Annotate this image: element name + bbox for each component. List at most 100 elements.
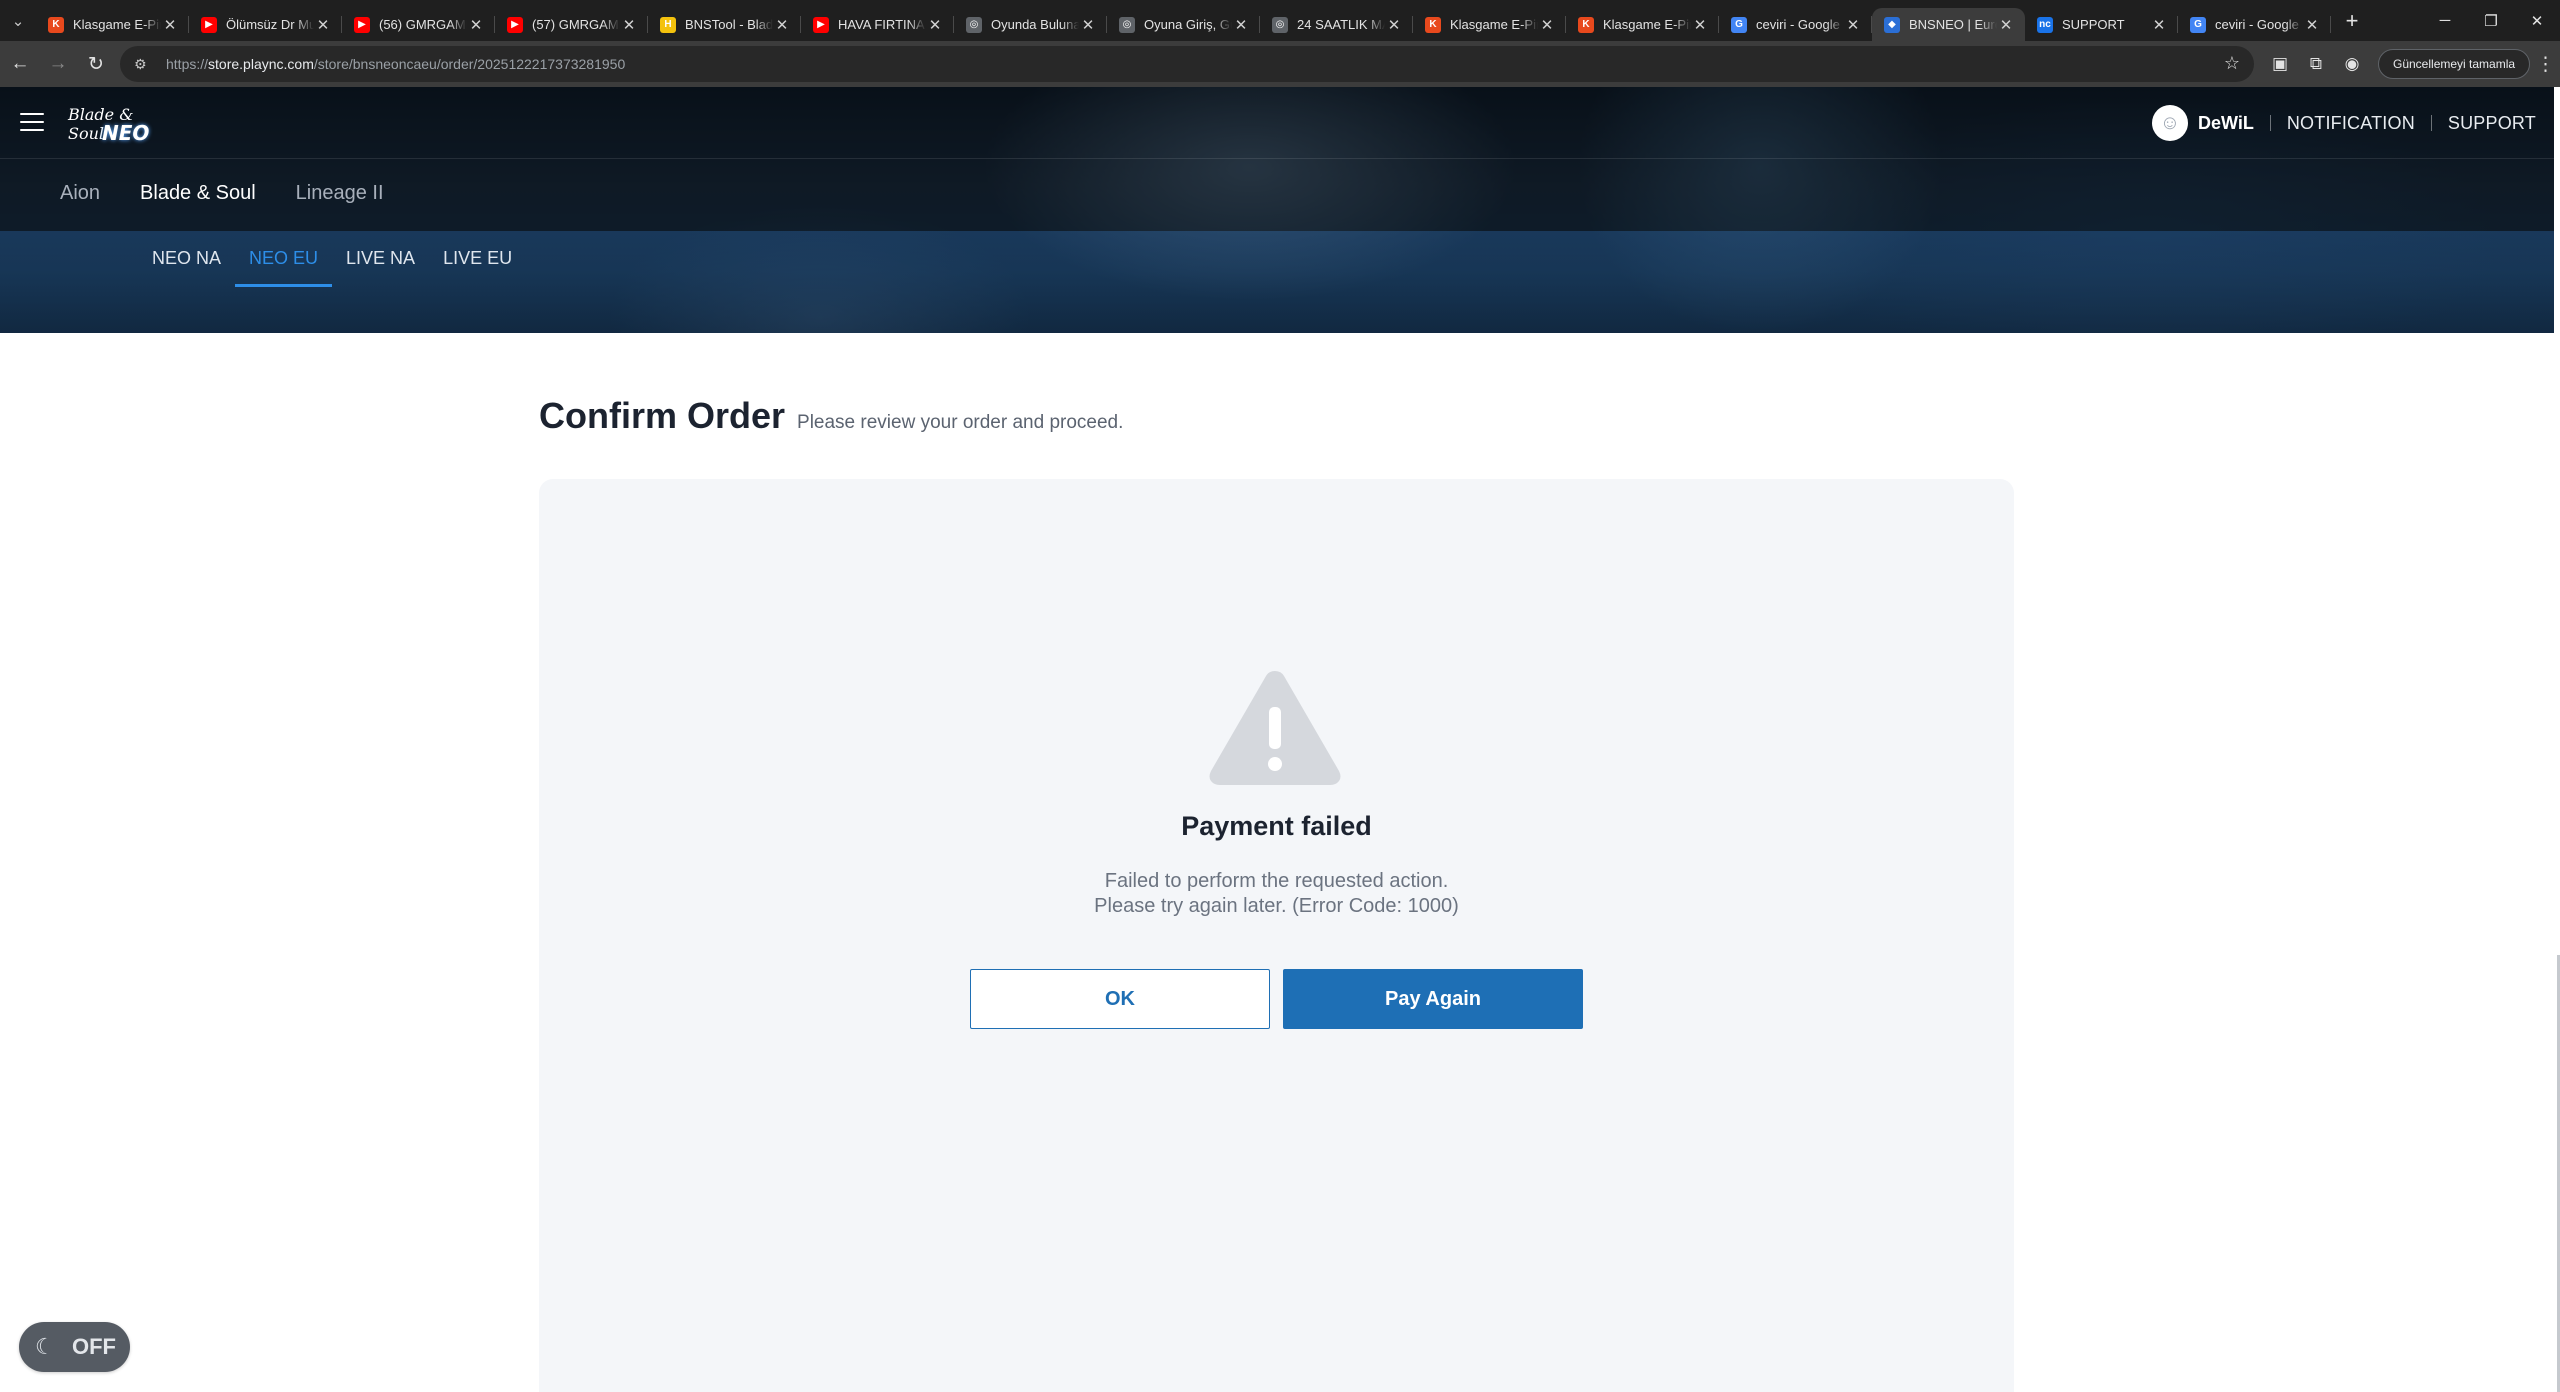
region-tab[interactable]: LIVE NA bbox=[332, 231, 429, 287]
profile-avatar-icon[interactable]: ◉ bbox=[2334, 46, 2370, 82]
address-bar[interactable]: ⚙ https://store.plaync.com/store/bnsneon… bbox=[120, 46, 2254, 82]
tab-title: Klasgame E-Pin bbox=[1450, 17, 1538, 32]
google-icon: G bbox=[2190, 16, 2206, 33]
tab-close-icon[interactable]: ✕ bbox=[467, 16, 485, 34]
tab-close-icon[interactable]: ✕ bbox=[314, 16, 332, 34]
tab-close-icon[interactable]: ✕ bbox=[1385, 16, 1403, 34]
tab-close-icon[interactable]: ✕ bbox=[620, 16, 638, 34]
browser-toolbar: ← → ↻ ⚙ https://store.plaync.com/store/b… bbox=[0, 41, 2560, 87]
pay-again-button[interactable]: Pay Again bbox=[1283, 969, 1583, 1029]
extension-translate-icon[interactable]: ▣ bbox=[2262, 46, 2298, 82]
tab-search-chevron-icon[interactable]: ⌄ bbox=[0, 0, 36, 41]
toolbar-actions: ▣ ⧉ ◉ Güncellemeyi tamamla ⋮ bbox=[2262, 41, 2555, 87]
new-tab-button[interactable]: + bbox=[2337, 6, 2367, 36]
hamburger-menu-icon[interactable] bbox=[20, 113, 44, 131]
update-button[interactable]: Güncellemeyi tamamla bbox=[2378, 49, 2531, 79]
tab-title: Oyuna Giriş, Gü bbox=[1144, 17, 1232, 32]
google-icon: G bbox=[1731, 16, 1747, 33]
klasgame-icon: K bbox=[1425, 16, 1441, 33]
browser-tab[interactable]: K Klasgame E-Pin ✕ bbox=[36, 8, 189, 41]
tab-title: 24 SAATLIK MAÇ bbox=[1297, 17, 1385, 32]
header-divider bbox=[0, 158, 2554, 159]
browser-tab[interactable]: ▶ Ölümsüz Dr Mu ✕ bbox=[189, 8, 342, 41]
extensions-puzzle-icon[interactable]: ⧉ bbox=[2298, 46, 2334, 82]
tab-close-icon[interactable]: ✕ bbox=[926, 16, 944, 34]
browser-tab[interactable]: ◎ Oyunda Bulunan ✕ bbox=[954, 8, 1107, 41]
browser-tab[interactable]: ▶ (57) GMRGAMES✕ bbox=[495, 8, 648, 41]
username[interactable]: DeWiL bbox=[2198, 113, 2254, 134]
browser-tab[interactable]: ▶ HAVA FIRTINA ✕ bbox=[801, 8, 954, 41]
bookmark-star-icon[interactable]: ☆ bbox=[2224, 53, 2240, 74]
tab-close-icon[interactable]: ✕ bbox=[2303, 16, 2321, 34]
restore-icon[interactable]: ❐ bbox=[2468, 0, 2514, 41]
page-subtitle: Please review your order and proceed. bbox=[797, 412, 1124, 433]
browser-menu-icon[interactable]: ⋮ bbox=[2536, 53, 2555, 76]
tab-title: Ölümsüz Dr Mu bbox=[226, 17, 314, 32]
tab-title: ceviri - Google bbox=[2215, 17, 2299, 32]
browser-tab[interactable]: ◎ 24 SAATLIK MAÇ✕ bbox=[1260, 8, 1413, 41]
tab-close-icon[interactable]: ✕ bbox=[1232, 16, 1250, 34]
minimize-icon[interactable]: ─ bbox=[2422, 0, 2468, 41]
tab-title: BNSNEO | Europe bbox=[1909, 17, 1997, 32]
tab-title: Klasgame E-Pin bbox=[1603, 17, 1691, 32]
game-tab[interactable]: Lineage II bbox=[296, 182, 384, 205]
site-info-icon[interactable]: ⚙ bbox=[134, 56, 154, 73]
browser-tab[interactable]: ◎ Oyuna Giriş, Gü ✕ bbox=[1107, 8, 1260, 41]
browser-tab[interactable]: Gceviri - Google ✕ bbox=[1719, 8, 1872, 41]
order-panel: Payment failed Failed to perform the req… bbox=[539, 479, 2014, 1392]
game-tab[interactable]: Blade & Soul bbox=[140, 182, 256, 205]
separator bbox=[2430, 115, 2432, 131]
region-tab[interactable]: NEO NA bbox=[138, 231, 235, 287]
tab-close-icon[interactable]: ✕ bbox=[161, 16, 179, 34]
browser-tab[interactable]: K Klasgame E-Pin ✕ bbox=[1413, 8, 1566, 41]
blade-and-soul-neo-logo[interactable]: Blade & Soul NEO bbox=[64, 103, 156, 145]
error-message-line-1: Failed to perform the requested action. bbox=[1104, 870, 1449, 892]
tab-close-icon[interactable]: ✕ bbox=[2150, 16, 2168, 34]
globe-icon: ◎ bbox=[1272, 16, 1288, 33]
user-avatar-icon[interactable]: ☺ bbox=[2152, 105, 2188, 141]
browser-tab[interactable]: nc SUPPORT ✕ bbox=[2025, 8, 2178, 41]
tab-title: HAVA FIRTINA bbox=[838, 17, 925, 32]
tab-title: Klasgame E-Pin bbox=[73, 17, 161, 32]
back-arrow-icon[interactable]: ← bbox=[2, 46, 38, 82]
error-message: Failed to perform the requested action. … bbox=[539, 869, 2014, 919]
browser-tab[interactable]: H BNSTool - Blade ✕ bbox=[648, 8, 801, 41]
notification-link[interactable]: NOTIFICATION bbox=[2287, 113, 2415, 134]
youtube-icon: ▶ bbox=[201, 16, 217, 33]
browser-tab[interactable]: K Klasgame E-Pin ✕ bbox=[1566, 8, 1719, 41]
forward-arrow-icon[interactable]: → bbox=[40, 46, 76, 82]
klasgame-icon: K bbox=[1578, 16, 1594, 33]
url-path: /store/bnsneoncaeu/order/202512221737328… bbox=[313, 56, 626, 72]
tab-title: (56) GMRGAMES bbox=[379, 17, 467, 32]
separator bbox=[2269, 115, 2271, 131]
dark-mode-label: OFF bbox=[72, 1334, 116, 1359]
url-text[interactable]: https://store.plaync.com/store/bnsneonca… bbox=[166, 56, 625, 72]
game-tab[interactable]: Aion bbox=[60, 182, 100, 205]
reload-icon[interactable]: ↻ bbox=[78, 46, 114, 82]
youtube-icon: ▶ bbox=[813, 16, 829, 33]
region-tab[interactable]: NEO EU bbox=[235, 231, 333, 287]
tab-close-icon[interactable]: ✕ bbox=[1079, 16, 1097, 34]
game-nav: Aion Blade & Soul Lineage II bbox=[60, 182, 424, 205]
globe-icon: ◎ bbox=[1119, 16, 1135, 33]
ncsoft-icon: nc bbox=[2037, 16, 2053, 33]
region-tab[interactable]: LIVE EU bbox=[429, 231, 526, 287]
dark-mode-toggle[interactable]: ☾ OFF bbox=[19, 1322, 130, 1372]
browser-tabstrip: ⌄ K Klasgame E-Pin ✕ ▶ Ölümsüz Dr Mu ✕ ▶ (56) G… bbox=[0, 0, 2560, 41]
browser-tab[interactable]: Gceviri - Google ✕ bbox=[2178, 8, 2331, 41]
window-controls: ─ ❐ ✕ bbox=[2422, 0, 2560, 41]
support-link[interactable]: SUPPORT bbox=[2448, 113, 2536, 134]
browser-tab[interactable]: ◆ BNSNEO | Europe✕ bbox=[1872, 8, 2025, 41]
close-window-icon[interactable]: ✕ bbox=[2514, 0, 2560, 41]
tab-close-icon[interactable]: ✕ bbox=[1691, 16, 1709, 34]
tab-list: K Klasgame E-Pin ✕ ▶ Ölümsüz Dr Mu ✕ ▶ (56) GMR… bbox=[36, 0, 2331, 41]
browser-tab[interactable]: ▶ (56) GMRGAMES✕ bbox=[342, 8, 495, 41]
tab-close-icon[interactable]: ✕ bbox=[773, 16, 791, 34]
error-title: Payment failed bbox=[1181, 811, 1372, 841]
tab-close-icon[interactable]: ✕ bbox=[1844, 16, 1862, 34]
url-scheme: https:// bbox=[166, 56, 209, 72]
tab-title: BNSTool - Blade bbox=[685, 17, 773, 32]
tab-close-icon[interactable]: ✕ bbox=[1538, 16, 1556, 34]
ok-button[interactable]: OK bbox=[970, 969, 1270, 1029]
tab-close-icon[interactable]: ✕ bbox=[1997, 16, 2015, 34]
